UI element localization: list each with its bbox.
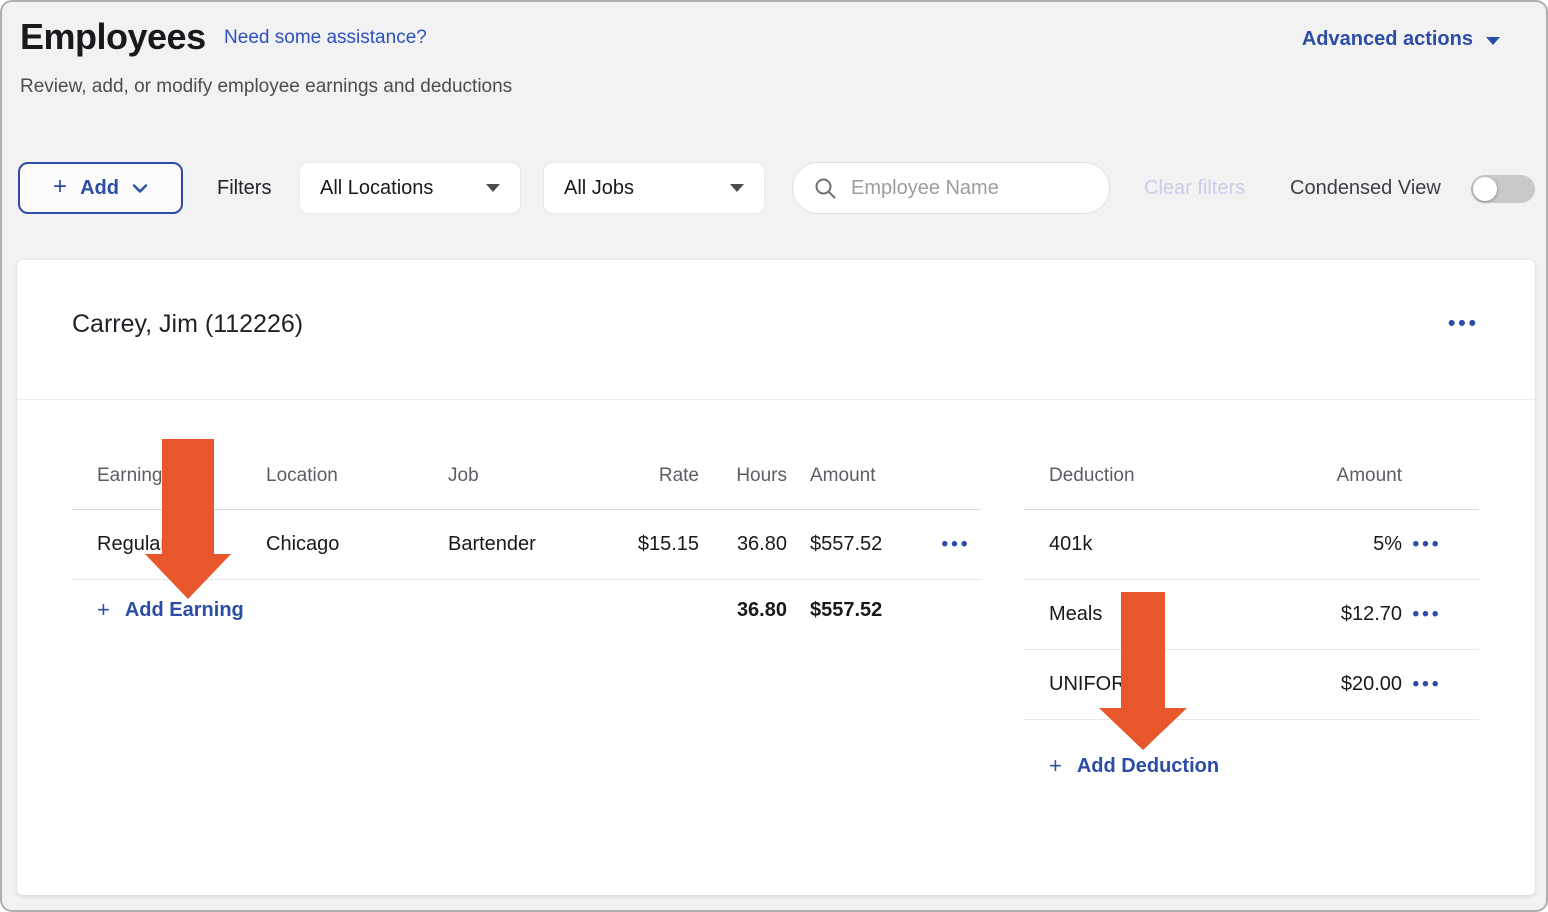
deduction-amount: $20.00 xyxy=(1282,673,1402,696)
deduction-name: Meals xyxy=(1024,603,1282,626)
need-assistance-link[interactable]: Need some assistance? xyxy=(224,27,427,49)
add-button[interactable]: + Add xyxy=(18,162,183,214)
total-hours: 36.80 xyxy=(699,599,787,622)
col-location: Location xyxy=(266,465,448,487)
add-deduction-label: Add Deduction xyxy=(1077,755,1219,778)
advanced-actions-label: Advanced actions xyxy=(1302,28,1473,51)
col-amount: Amount xyxy=(787,465,932,487)
add-earning-label: Add Earning xyxy=(125,599,244,622)
caret-down-icon xyxy=(486,184,500,192)
total-amount: $557.52 xyxy=(787,599,932,622)
deduction-row: Meals $12.70 ••• xyxy=(1024,580,1479,650)
add-deduction-link[interactable]: + Add Deduction xyxy=(1024,753,1219,779)
clear-filters-link[interactable]: Clear filters xyxy=(1144,162,1245,214)
col-deduction-amount: Amount xyxy=(1282,465,1402,487)
employees-page: Employees Need some assistance? Review, … xyxy=(0,0,1548,912)
earning-rate: $15.15 xyxy=(584,533,699,556)
page-header: Employees Need some assistance? xyxy=(20,16,427,58)
employee-card: Carrey, Jim (112226) ••• Earning Locatio… xyxy=(17,260,1535,895)
location-filter-value: All Locations xyxy=(320,177,433,200)
deduction-name: 401k xyxy=(1024,533,1282,556)
col-rate: Rate xyxy=(584,465,699,487)
job-filter-select[interactable]: All Jobs xyxy=(543,162,765,214)
deduction-row: 401k 5% ••• xyxy=(1024,510,1479,580)
deduction-amount: 5% xyxy=(1282,533,1402,556)
add-button-label: Add xyxy=(80,177,119,200)
earning-location: Chicago xyxy=(266,533,448,556)
deductions-footer-row: + Add Deduction xyxy=(1024,720,1479,812)
filters-label: Filters xyxy=(217,162,271,214)
deduction-row: UNIFORM $20.00 ••• xyxy=(1024,650,1479,720)
caret-down-icon xyxy=(1486,37,1500,45)
earning-type: Regular xyxy=(72,533,266,556)
col-job: Job xyxy=(448,465,584,487)
plus-icon: + xyxy=(97,597,110,623)
plus-icon: + xyxy=(53,175,67,199)
earning-row: Regular Chicago Bartender $15.15 36.80 $… xyxy=(72,510,980,580)
deduction-row-menu-button[interactable]: ••• xyxy=(1402,674,1452,696)
col-deduction: Deduction xyxy=(1024,465,1282,487)
deduction-name: UNIFORM xyxy=(1024,673,1282,696)
add-earning-link[interactable]: + Add Earning xyxy=(72,597,584,623)
earnings-footer-row: + Add Earning 36.80 $557.52 xyxy=(72,580,980,640)
earning-job: Bartender xyxy=(448,533,584,556)
earning-hours: 36.80 xyxy=(699,533,787,556)
col-earning: Earning xyxy=(72,465,266,487)
toolbar: + Add Filters All Locations All Jobs Cle… xyxy=(2,162,1546,214)
search-icon xyxy=(813,176,837,200)
earnings-header-row: Earning Location Job Rate Hours Amount xyxy=(72,442,980,510)
deductions-header-row: Deduction Amount xyxy=(1024,442,1479,510)
deduction-row-menu-button[interactable]: ••• xyxy=(1402,534,1452,556)
earning-row-menu-button[interactable]: ••• xyxy=(932,534,980,556)
earning-amount: $557.52 xyxy=(787,533,932,556)
condensed-view-label: Condensed View xyxy=(1290,162,1441,214)
page-title: Employees xyxy=(20,16,206,58)
toggle-knob xyxy=(1473,177,1497,201)
location-filter-select[interactable]: All Locations xyxy=(299,162,521,214)
deductions-table: Deduction Amount 401k 5% ••• Meals $12.7… xyxy=(1024,442,1479,812)
chevron-down-icon xyxy=(132,184,148,194)
page-subtitle: Review, add, or modify employee earnings… xyxy=(20,76,512,98)
job-filter-value: All Jobs xyxy=(564,177,634,200)
employee-name: Carrey, Jim (112226) xyxy=(72,310,303,339)
plus-icon: + xyxy=(1049,753,1062,779)
condensed-view-toggle[interactable] xyxy=(1471,175,1535,203)
employee-card-header: Carrey, Jim (112226) ••• xyxy=(17,260,1535,400)
deduction-amount: $12.70 xyxy=(1282,603,1402,626)
col-hours: Hours xyxy=(699,465,787,487)
employee-search[interactable] xyxy=(792,162,1110,214)
advanced-actions-dropdown[interactable]: Advanced actions xyxy=(1302,28,1500,51)
employee-search-input[interactable] xyxy=(851,177,1081,200)
earnings-table: Earning Location Job Rate Hours Amount R… xyxy=(72,442,980,640)
deduction-row-menu-button[interactable]: ••• xyxy=(1402,604,1452,626)
employee-menu-button[interactable]: ••• xyxy=(1448,312,1479,336)
caret-down-icon xyxy=(730,184,744,192)
